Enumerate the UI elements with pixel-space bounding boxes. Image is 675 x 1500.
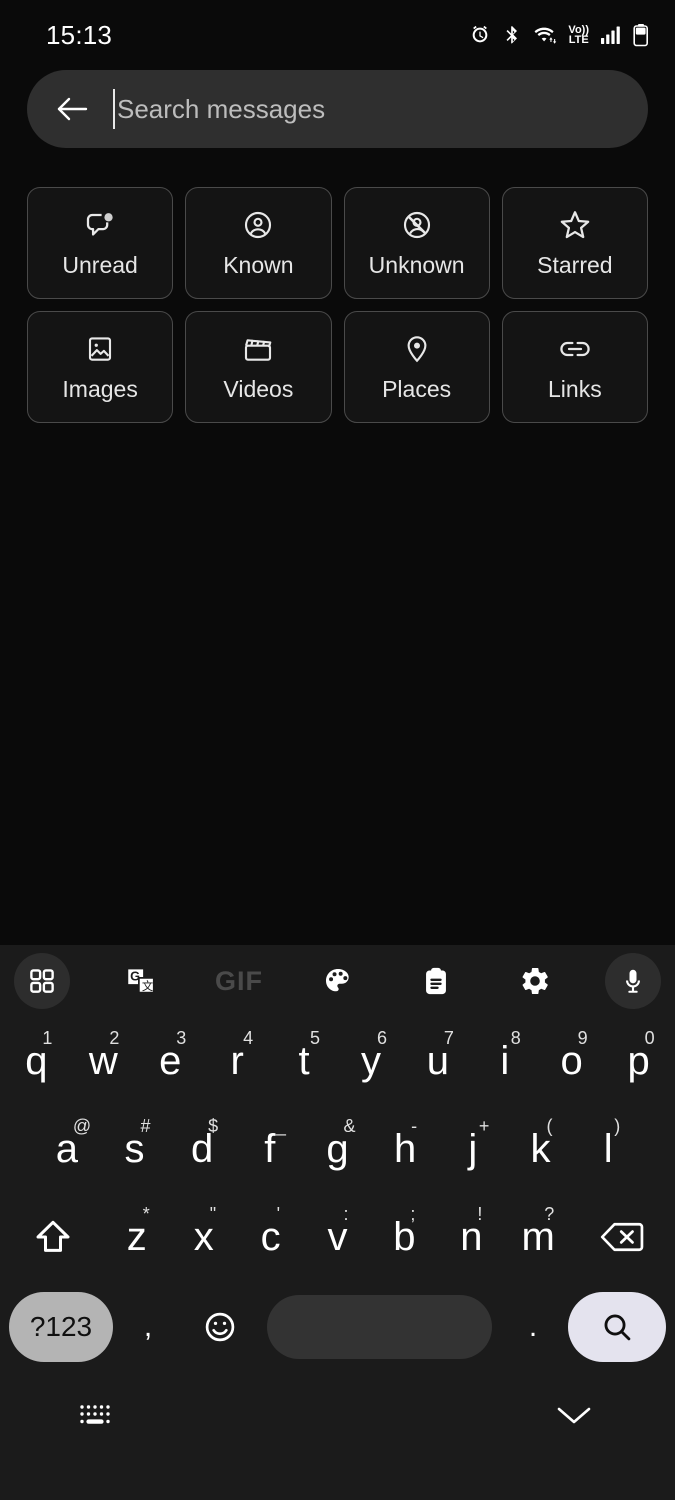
- space-key[interactable]: [267, 1295, 492, 1359]
- key-m[interactable]: ? m: [505, 1193, 572, 1281]
- key-w[interactable]: 2w: [70, 1017, 137, 1105]
- key-x[interactable]: " x: [170, 1193, 237, 1281]
- search-bar-container: Search messages: [0, 70, 675, 148]
- chip-label: Unread: [62, 251, 138, 278]
- key-l[interactable]: ) l: [574, 1105, 642, 1193]
- key-a[interactable]: @ a: [33, 1105, 101, 1193]
- backspace-icon[interactable]: [572, 1219, 672, 1255]
- signal-icon: [600, 25, 622, 45]
- key-p[interactable]: 0p: [605, 1017, 672, 1105]
- filter-chip-unknown[interactable]: Unknown: [343, 187, 490, 299]
- key-y[interactable]: 6y: [338, 1017, 405, 1105]
- key-g[interactable]: & g: [304, 1105, 372, 1193]
- emoji-smiley-icon[interactable]: [183, 1292, 257, 1362]
- key-v[interactable]: :v: [304, 1193, 371, 1281]
- keyboard: G 文 GIF 1 q 2 w 3 e 4 r 5 t 6 y 7 u 8 i …: [0, 945, 675, 1500]
- apps-grid-icon[interactable]: [14, 953, 70, 1009]
- key-k[interactable]: (k: [507, 1105, 575, 1193]
- person-blocked-icon: [401, 208, 433, 242]
- palette-icon[interactable]: [310, 953, 366, 1009]
- chip-label: Unknown: [368, 251, 465, 278]
- unread-bubble-icon: [84, 208, 116, 242]
- navigation-bar: [0, 1373, 675, 1457]
- chip-label: Places: [382, 375, 452, 402]
- keyboard-row-3: * z " x ' c :v ; b ! n ? m: [3, 1193, 672, 1281]
- svg-text:文: 文: [141, 979, 152, 993]
- keyboard-row-2: @ a # s $ d _ f & g -h + j (k ) l: [3, 1105, 672, 1193]
- key-d[interactable]: $ d: [168, 1105, 236, 1193]
- chip-label: Links: [548, 375, 602, 402]
- keyboard-row-4: ?123 , .: [3, 1281, 672, 1373]
- chevron-down-icon[interactable]: [551, 1400, 597, 1430]
- translate-icon[interactable]: G 文: [113, 953, 169, 1009]
- search-key[interactable]: [568, 1292, 666, 1362]
- keyboard-rows: 1q 2w 3e 4r 5t 6y 7u 8i 9o 0p @ a # s $ d _…: [0, 1017, 675, 1373]
- filter-chip-known[interactable]: Known: [185, 187, 332, 299]
- key-b[interactable]: ; b: [371, 1193, 438, 1281]
- key-r[interactable]: 4r: [204, 1017, 271, 1105]
- search-placeholder: Search messages: [117, 93, 326, 124]
- key-s[interactable]: # s: [101, 1105, 169, 1193]
- filter-chip-images[interactable]: Images: [27, 311, 174, 423]
- volte-icon: Vo)) LTE: [568, 23, 589, 46]
- key-h[interactable]: -h: [371, 1105, 439, 1193]
- battery-icon: [633, 23, 649, 47]
- image-icon: [85, 332, 115, 366]
- key-c[interactable]: ' c: [237, 1193, 304, 1281]
- key-n[interactable]: ! n: [438, 1193, 505, 1281]
- chip-label: Starred: [537, 251, 613, 278]
- svg-text:G: G: [130, 968, 140, 983]
- status-icons: Vo)) LTE: [469, 23, 649, 47]
- phone-screen: 15:13 Vo)) LTE Search messages Unread Kn…: [0, 0, 675, 1500]
- settings-gear-icon[interactable]: [507, 953, 563, 1009]
- filter-chip-places[interactable]: Places: [343, 311, 490, 423]
- clipboard-icon[interactable]: [408, 953, 464, 1009]
- filter-chip-starred[interactable]: Starred: [501, 187, 648, 299]
- gif-icon[interactable]: GIF: [211, 953, 267, 1009]
- wifi-icon: [533, 24, 557, 46]
- location-pin-icon: [402, 332, 432, 366]
- status-bar: 15:13 Vo)) LTE: [0, 0, 675, 70]
- key-u[interactable]: 7u: [404, 1017, 471, 1105]
- alarm-icon: [469, 24, 491, 46]
- filter-chip-links[interactable]: Links: [501, 311, 648, 423]
- star-icon: [558, 208, 592, 242]
- filter-chip-unread[interactable]: Unread: [27, 187, 174, 299]
- key-q[interactable]: 1q: [3, 1017, 70, 1105]
- chip-label: Known: [223, 251, 294, 278]
- link-chain-icon: [558, 332, 592, 366]
- symbols-key[interactable]: ?123: [9, 1292, 113, 1362]
- person-circle-icon: [242, 208, 274, 242]
- key-e[interactable]: 3e: [137, 1017, 204, 1105]
- search-input[interactable]: Search messages: [113, 89, 626, 129]
- comma-key[interactable]: ,: [117, 1292, 179, 1362]
- keyboard-toolbar: G 文 GIF: [0, 945, 675, 1017]
- chip-label: Videos: [223, 375, 294, 402]
- filter-chip-videos[interactable]: Videos: [185, 311, 332, 423]
- search-bar[interactable]: Search messages: [27, 70, 648, 148]
- filter-chips: Unread Known Unknown Starred Images Vide…: [0, 148, 675, 423]
- shift-icon[interactable]: [3, 1217, 103, 1257]
- key-j[interactable]: + j: [439, 1105, 507, 1193]
- key-f[interactable]: _ f: [236, 1105, 304, 1193]
- back-arrow-icon[interactable]: [49, 86, 95, 132]
- text-caret: [113, 89, 115, 129]
- keyboard-switch-icon[interactable]: [78, 1402, 112, 1428]
- chip-label: Images: [62, 375, 138, 402]
- bluetooth-icon: [502, 24, 522, 46]
- period-key[interactable]: .: [502, 1292, 564, 1362]
- microphone-icon[interactable]: [605, 953, 661, 1009]
- status-clock: 15:13: [46, 19, 113, 50]
- keyboard-row-1: 1q 2w 3e 4r 5t 6y 7u 8i 9o 0p: [3, 1017, 672, 1105]
- filter-row-1: Unread Known Unknown Starred: [27, 187, 648, 299]
- key-o[interactable]: 9o: [538, 1017, 605, 1105]
- filter-row-2: Images Videos Places Links: [27, 311, 648, 423]
- movie-clapper-icon: [242, 332, 274, 366]
- key-z[interactable]: * z: [103, 1193, 170, 1281]
- key-t[interactable]: 5t: [271, 1017, 338, 1105]
- key-i[interactable]: 8i: [471, 1017, 538, 1105]
